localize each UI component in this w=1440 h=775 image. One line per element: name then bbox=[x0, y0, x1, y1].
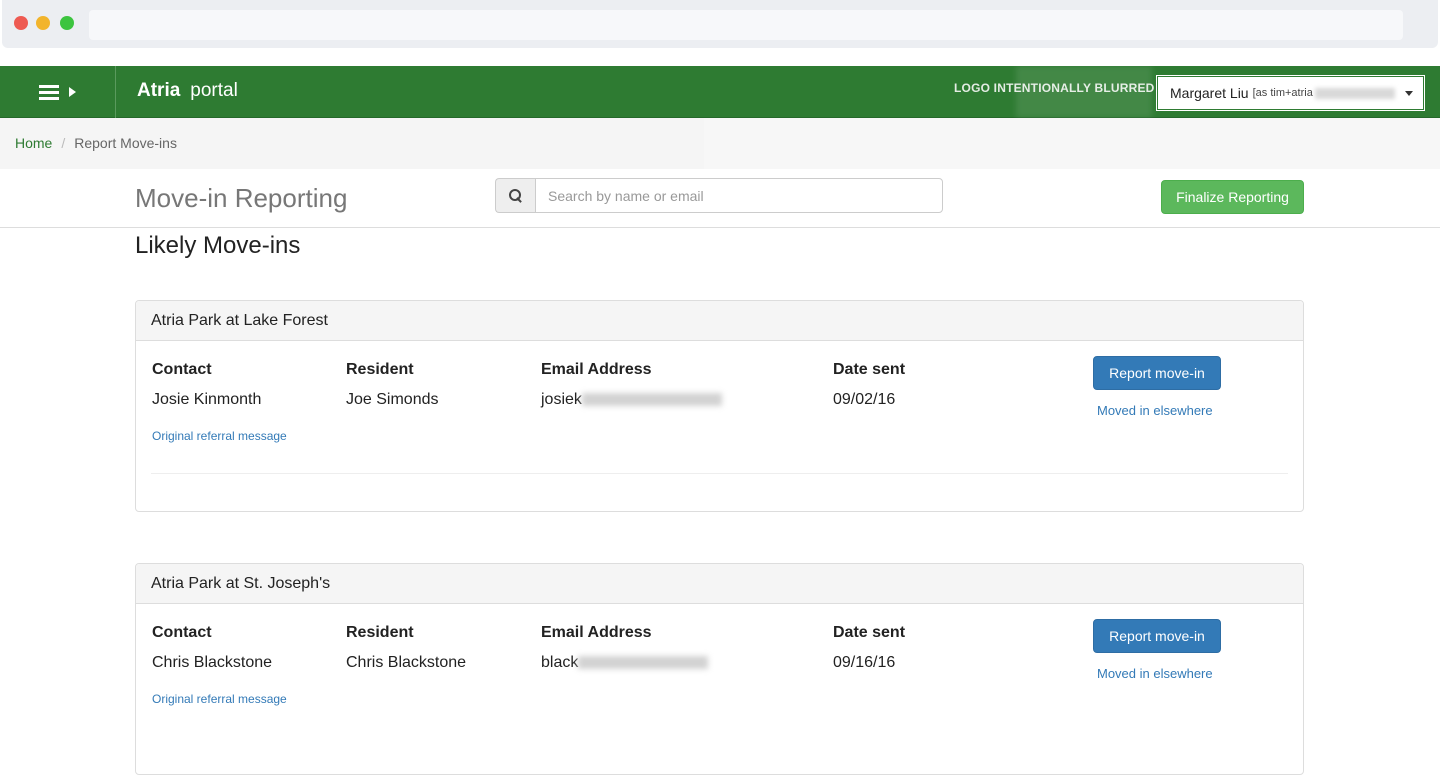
browser-chrome bbox=[0, 0, 1440, 66]
user-account-dropdown[interactable]: Margaret Liu [as tim+atria bbox=[1156, 75, 1425, 111]
caret-right-icon bbox=[69, 87, 76, 97]
moved-in-elsewhere-link[interactable]: Moved in elsewhere bbox=[1097, 666, 1213, 681]
community-panel: Atria Park at Lake Forest Contact Reside… bbox=[135, 300, 1304, 512]
window-maximize-button[interactable] bbox=[60, 16, 74, 30]
search-icon bbox=[509, 189, 522, 202]
resident-header: Resident bbox=[346, 361, 414, 378]
resident-header: Resident bbox=[346, 624, 414, 641]
caret-down-icon bbox=[1405, 91, 1413, 96]
resident-value: Joe Simonds bbox=[346, 391, 439, 408]
resident-value: Chris Blackstone bbox=[346, 654, 467, 671]
breadcrumb-bar: Home / Report Move-ins bbox=[0, 118, 1440, 169]
email-value: josiek bbox=[541, 391, 722, 409]
search-input[interactable] bbox=[535, 178, 943, 213]
email-header: Email Address bbox=[541, 624, 652, 641]
moved-in-elsewhere-link[interactable]: Moved in elsewhere bbox=[1097, 403, 1213, 418]
search-group bbox=[495, 178, 943, 213]
brand-name: Atria bbox=[137, 80, 181, 101]
breadcrumb: Home / Report Move-ins bbox=[0, 118, 704, 169]
email-visible-part: josiek bbox=[541, 391, 582, 408]
date-value: 09/02/16 bbox=[833, 391, 896, 408]
sidebar-toggle-button[interactable] bbox=[0, 66, 116, 118]
original-referral-link[interactable]: Original referral message bbox=[152, 692, 287, 706]
contact-header: Contact bbox=[152, 624, 212, 641]
contact-value: Chris Blackstone bbox=[152, 654, 273, 671]
window-minimize-button[interactable] bbox=[36, 16, 50, 30]
community-name: Atria Park at St. Joseph's bbox=[136, 564, 1303, 604]
date-value: 09/16/16 bbox=[833, 654, 896, 671]
community-name: Atria Park at Lake Forest bbox=[136, 301, 1303, 341]
breadcrumb-current: Report Move-ins bbox=[74, 135, 177, 151]
community-panel: Atria Park at St. Joseph's Contact Resid… bbox=[135, 563, 1304, 775]
panel-body: Contact Resident Email Address Date sent… bbox=[136, 604, 1303, 774]
page-title: Move-in Reporting bbox=[135, 183, 348, 213]
search-addon[interactable] bbox=[495, 178, 535, 213]
report-move-in-button[interactable]: Report move-in bbox=[1093, 356, 1221, 390]
breadcrumb-background bbox=[704, 118, 1440, 169]
original-referral-link[interactable]: Original referral message bbox=[152, 429, 287, 443]
brand-logo[interactable]: Atria portal bbox=[137, 80, 238, 102]
browser-toolbar bbox=[2, 0, 1438, 48]
user-name: Margaret Liu bbox=[1170, 85, 1249, 101]
brand-subtitle: portal bbox=[190, 80, 238, 101]
date-header: Date sent bbox=[833, 361, 906, 378]
email-blurred-part bbox=[578, 656, 709, 670]
panel-body: Contact Resident Email Address Date sent… bbox=[136, 341, 1303, 511]
window-close-button[interactable] bbox=[14, 16, 28, 30]
logo-blur-overlay bbox=[1016, 66, 1152, 118]
impersonation-label: [as tim+atria bbox=[1252, 87, 1313, 99]
list-icon bbox=[39, 84, 59, 100]
date-header: Date sent bbox=[833, 624, 906, 641]
page-header: Move-in Reporting Finalize Reporting bbox=[0, 169, 1440, 228]
email-blurred-part bbox=[581, 393, 722, 407]
email-header: Email Address bbox=[541, 361, 652, 378]
contact-header: Contact bbox=[152, 361, 212, 378]
email-visible-part: black bbox=[541, 654, 579, 671]
report-move-in-button[interactable]: Report move-in bbox=[1093, 619, 1221, 653]
email-value: black bbox=[541, 654, 709, 672]
contact-value: Josie Kinmonth bbox=[152, 391, 262, 408]
panel-divider bbox=[151, 473, 1288, 474]
breadcrumb-home-link[interactable]: Home bbox=[15, 135, 52, 151]
finalize-reporting-button[interactable]: Finalize Reporting bbox=[1161, 180, 1304, 214]
breadcrumb-separator: / bbox=[61, 135, 66, 151]
address-bar[interactable] bbox=[89, 10, 1403, 40]
top-navbar: Atria portal LOGO INTENTIONALLY BLURRED M… bbox=[0, 66, 1440, 118]
section-title: Likely Move-ins bbox=[135, 232, 301, 259]
blurred-email bbox=[1314, 87, 1395, 99]
